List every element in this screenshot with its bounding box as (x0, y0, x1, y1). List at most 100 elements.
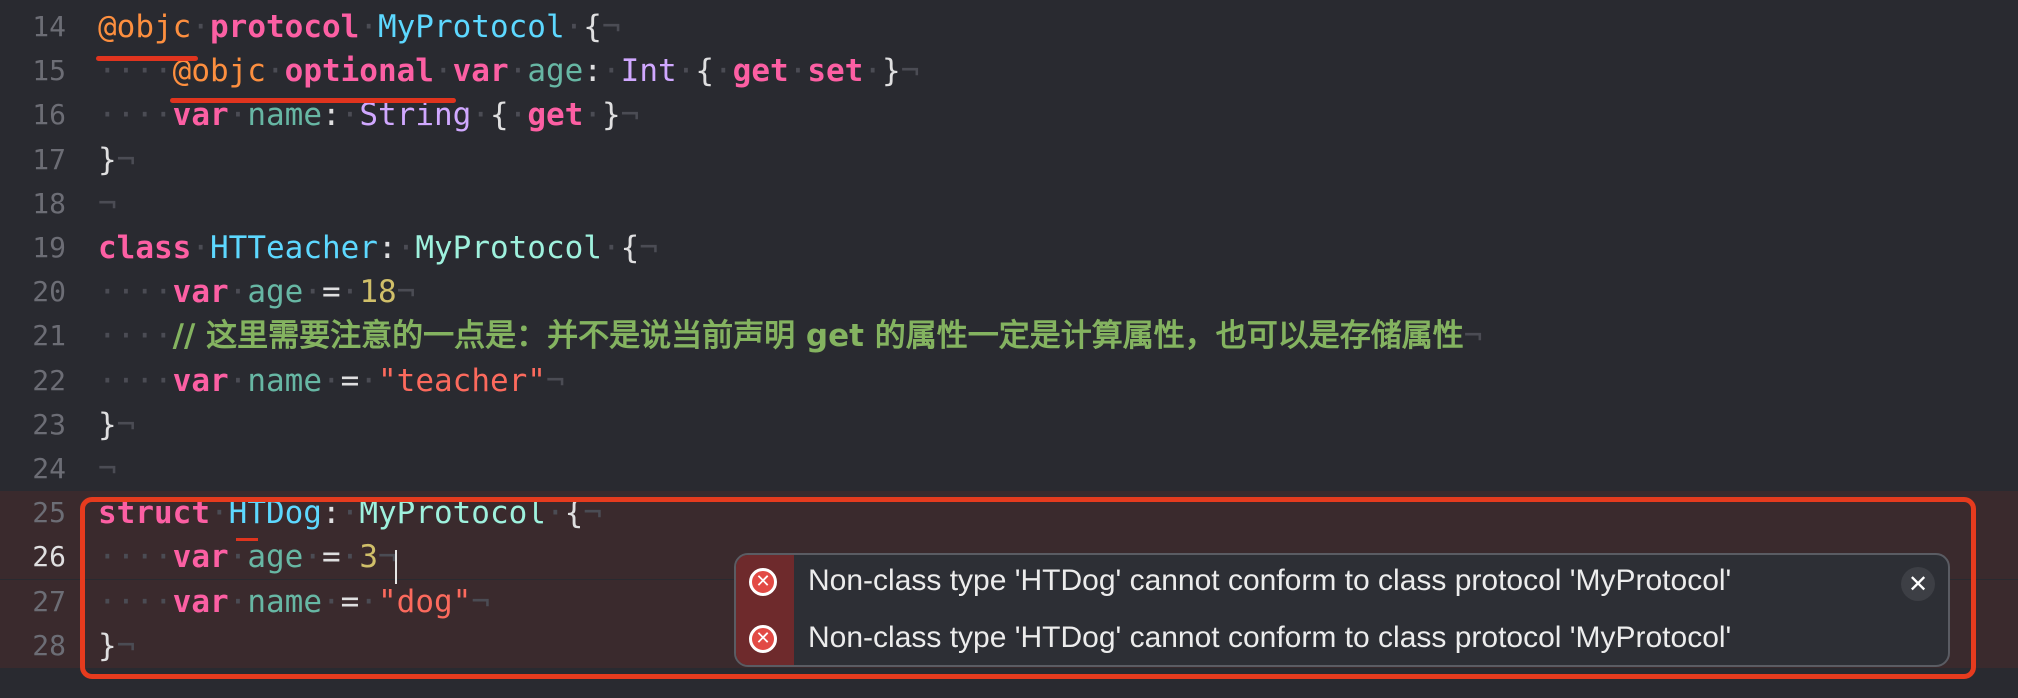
invisible-char: · (601, 230, 621, 266)
code-token: { (489, 97, 509, 134)
code-token: @objc (98, 9, 192, 45)
code-token: = (340, 362, 360, 399)
invisible-char: · (508, 53, 528, 90)
code-token: HTTeacher (210, 230, 378, 266)
code-line[interactable]: 18 ¬ (0, 182, 2018, 226)
code-token: class (98, 230, 192, 266)
invisible-char: ···· (98, 274, 173, 311)
code-token: MyProtocol (415, 230, 602, 266)
invisible-char: · (433, 53, 453, 90)
code-line[interactable]: 24 ¬ (0, 447, 2018, 491)
code-line[interactable]: 17}¬ (0, 138, 2018, 182)
invisible-char: · (676, 53, 696, 90)
code-text[interactable]: ····var·age·=·18¬ (98, 275, 415, 309)
line-number[interactable]: 28 (0, 629, 66, 663)
code-text[interactable]: ····// 这里需要注意的一点是：并不是说当前声明 get 的属性一定是计算属… (98, 319, 1482, 353)
code-text[interactable]: ¬ (98, 187, 117, 221)
line-number[interactable]: 23 (0, 408, 66, 442)
line-number[interactable]: 15 (0, 54, 66, 88)
code-line[interactable]: 22 ····var·name·=·"teacher"¬ (0, 359, 2018, 403)
code-token: protocol (210, 9, 360, 45)
code-token: } (882, 53, 901, 90)
line-number[interactable]: 14 (0, 10, 66, 44)
invisible-char: · (303, 274, 322, 311)
invisible-char: · (321, 362, 341, 399)
invisible-char: · (228, 362, 248, 399)
code-token: 18 (359, 274, 397, 311)
invisible-char: ···· (98, 97, 173, 134)
invisible-char: ¬ (639, 230, 658, 266)
code-token: { (695, 53, 714, 90)
invisible-char: · (265, 53, 285, 90)
code-text[interactable]: ····var·name:·String·{·get·}¬ (98, 98, 639, 132)
invisible-char: ¬ (98, 185, 117, 222)
invisible-char: · (564, 9, 584, 45)
line-number[interactable]: 21 (0, 319, 66, 353)
code-token: var (172, 362, 229, 399)
code-token: "teacher" (378, 362, 546, 399)
code-line[interactable]: 14 @objc·protocol·MyProtocol·{¬ (0, 5, 2018, 49)
invisible-char: ¬ (900, 53, 920, 90)
code-token: var (172, 274, 229, 311)
invisible-char: · (359, 9, 378, 45)
code-line[interactable]: 21 ····// 这里需要注意的一点是：并不是说当前声明 get 的属性一定是计… (0, 314, 2018, 358)
error-icon: ✕ (749, 568, 777, 596)
invisible-char: · (583, 97, 602, 134)
code-text[interactable]: ····var·name·=·"teacher"¬ (98, 364, 565, 398)
invisible-char: · (788, 53, 808, 90)
invisible-char: · (191, 230, 210, 266)
code-token: age (527, 53, 584, 90)
invisible-char: · (359, 362, 378, 399)
code-line[interactable]: 23 }¬ (0, 403, 2018, 447)
close-icon[interactable]: ✕ (1901, 567, 1935, 601)
code-text[interactable]: }¬ (98, 408, 135, 442)
code-token: var (452, 53, 509, 90)
code-text[interactable]: @objc·protocol·MyProtocol·{¬ (98, 10, 621, 44)
line-number[interactable]: 16 (0, 98, 66, 132)
code-text[interactable]: ····@objc·optional·var·age:·Int·{·get·se… (98, 54, 919, 88)
invisible-char: ···· (98, 362, 173, 399)
code-line[interactable]: 20 ····var·age·=·18¬ (0, 270, 2018, 314)
error-row[interactable]: ✕ Non-class type 'HTDog' cannot conform … (736, 555, 1948, 611)
code-token: { (620, 230, 640, 266)
line-number[interactable]: 26 (0, 540, 66, 574)
code-token: // 这里需要注意的一点是：并不是说当前声明 get 的属性一定是计算属性，也可… (172, 318, 1464, 355)
line-number[interactable]: 20 (0, 275, 66, 309)
invisible-char: ¬ (116, 141, 136, 178)
code-line[interactable]: 15 ····@objc·optional·var·age:·Int·{·get·… (0, 49, 2018, 93)
invisible-char: · (396, 230, 416, 266)
line-number[interactable]: 22 (0, 364, 66, 398)
code-token: optional (284, 53, 434, 90)
code-text[interactable]: ¬ (98, 452, 117, 486)
annotation-underline-objc-line14 (96, 56, 198, 61)
code-token: } (98, 141, 117, 178)
invisible-char: · (228, 274, 248, 311)
invisible-char: ¬ (545, 362, 565, 399)
invisible-char: ¬ (396, 274, 416, 311)
code-token: MyProtocol (377, 9, 565, 45)
code-token: get (527, 97, 584, 134)
invisible-char: · (863, 53, 883, 90)
line-number[interactable]: 24 (0, 452, 66, 486)
invisible-char: · (508, 97, 528, 134)
invisible-char: · (471, 97, 490, 134)
line-number[interactable]: 17 (0, 143, 66, 177)
error-icon: ✕ (749, 625, 777, 653)
error-message: Non-class type 'HTDog' cannot conform to… (808, 621, 1732, 654)
code-text[interactable]: }¬ (98, 143, 135, 177)
invisible-char: ¬ (98, 451, 117, 487)
code-token: : (583, 53, 602, 90)
line-number[interactable]: 18 (0, 187, 66, 221)
code-text[interactable]: class·HTTeacher:·MyProtocol·{¬ (98, 231, 658, 265)
code-token: { (583, 9, 602, 45)
invisible-char: ···· (98, 318, 173, 355)
invisible-char: ¬ (601, 9, 621, 45)
line-number[interactable]: 27 (0, 585, 66, 619)
line-number[interactable]: 19 (0, 231, 66, 265)
code-token: set (807, 53, 864, 90)
error-row[interactable]: ✕ Non-class type 'HTDog' cannot conform … (736, 612, 1948, 665)
invisible-char: · (714, 53, 733, 90)
invisible-char: ¬ (620, 97, 640, 134)
line-number[interactable]: 25 (0, 496, 66, 530)
code-line[interactable]: 19 class·HTTeacher:·MyProtocol·{¬ (0, 226, 2018, 270)
